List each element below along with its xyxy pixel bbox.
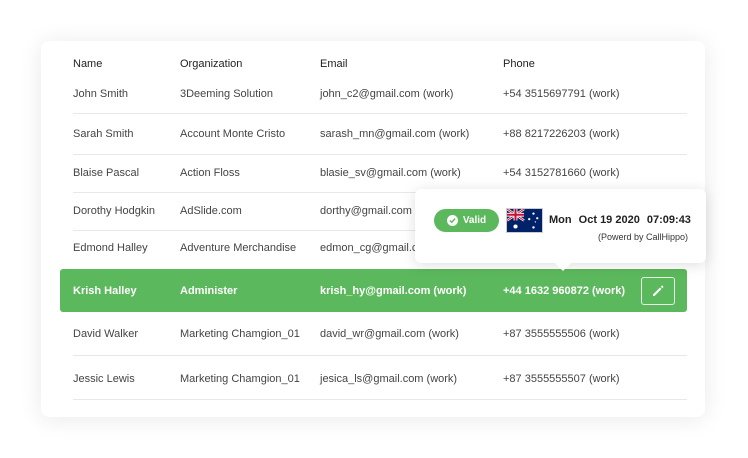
cell-organization: Marketing Chamgion_01 <box>180 373 300 385</box>
header-phone: Phone <box>503 58 535 70</box>
table-row[interactable]: Jessic Lewis Marketing Chamgion_01 jesic… <box>73 361 687 400</box>
cell-phone: +44 1632 960872 (work) <box>503 285 626 297</box>
cell-email: jesica_ls@gmail.com (work) <box>320 373 458 385</box>
table-row[interactable]: John Smith 3Deeming Solution john_c2@gma… <box>73 75 687 114</box>
cell-organization: AdSlide.com <box>180 205 242 217</box>
cell-organization: Action Floss <box>180 167 240 179</box>
cell-phone: +88 8217226203 (work) <box>503 128 620 140</box>
cell-email: blasie_sv@gmail.com (work) <box>320 167 461 179</box>
cell-email: sarash_mn@gmail.com (work) <box>320 128 470 140</box>
table-row-selected[interactable]: Krish Halley Administer krish_hy@gmail.c… <box>60 269 687 312</box>
cell-email: edmon_cg@gmail.co <box>320 242 424 254</box>
cell-name: Blaise Pascal <box>73 167 140 179</box>
cell-organization: Marketing Chamgion_01 <box>180 328 300 340</box>
cell-email: dorthy@gmail.com ( <box>320 205 419 217</box>
cell-organization: Account Monte Cristo <box>180 128 286 140</box>
call-time: 07:09:43 <box>646 214 691 226</box>
cell-organization: Administer <box>180 285 238 297</box>
australia-flag-icon <box>506 208 543 233</box>
cell-phone: +87 3555555507 (work) <box>503 373 620 385</box>
cell-email: krish_hy@gmail.com (work) <box>320 285 467 297</box>
cell-phone: +87 3555555506 (work) <box>503 328 620 340</box>
valid-label: Valid <box>462 215 487 226</box>
cell-name: David Walker <box>73 328 138 340</box>
table-row[interactable]: David Walker Marketing Chamgion_01 david… <box>73 317 687 356</box>
cell-phone: +54 3515697791 (work) <box>503 88 620 100</box>
cell-organization: Adventure Merchandise <box>180 242 297 254</box>
cell-email: david_wr@gmail.com (work) <box>320 328 459 340</box>
call-day: Mon <box>549 214 572 226</box>
cell-name: Sarah Smith <box>73 128 134 140</box>
cell-organization: 3Deeming Solution <box>180 88 273 100</box>
cell-name: Dorothy Hodgkin <box>73 205 155 217</box>
cell-name: Krish Halley <box>73 285 137 297</box>
cell-phone: +54 3152781660 (work) <box>503 167 620 179</box>
call-date: Oct 19 2020 <box>578 214 640 226</box>
call-datetime: Mon Oct 19 2020 07:09:43 <box>549 214 695 226</box>
cell-name: Jessic Lewis <box>73 373 135 385</box>
check-circle-icon <box>446 215 458 226</box>
header-email: Email <box>320 58 348 70</box>
valid-badge: Valid <box>434 209 499 232</box>
validation-tooltip: Valid Mon Oct 19 2020 07:09:43 (Powerd b… <box>415 189 706 271</box>
table-row[interactable]: Sarah Smith Account Monte Cristo sarash_… <box>73 116 687 155</box>
cell-name: John Smith <box>73 88 129 100</box>
cell-name: Edmond Halley <box>73 242 148 254</box>
edit-button[interactable] <box>641 277 675 305</box>
tooltip-arrow <box>555 263 571 271</box>
table-row[interactable]: Blaise Pascal Action Floss blasie_sv@gma… <box>73 154 687 193</box>
powered-by-text: (Powerd by CallHippo) <box>597 232 688 242</box>
header-organization: Organization <box>180 58 243 70</box>
cell-email: john_c2@gmail.com (work) <box>320 88 454 100</box>
pencil-icon <box>653 285 664 296</box>
header-name: Name <box>73 58 103 70</box>
